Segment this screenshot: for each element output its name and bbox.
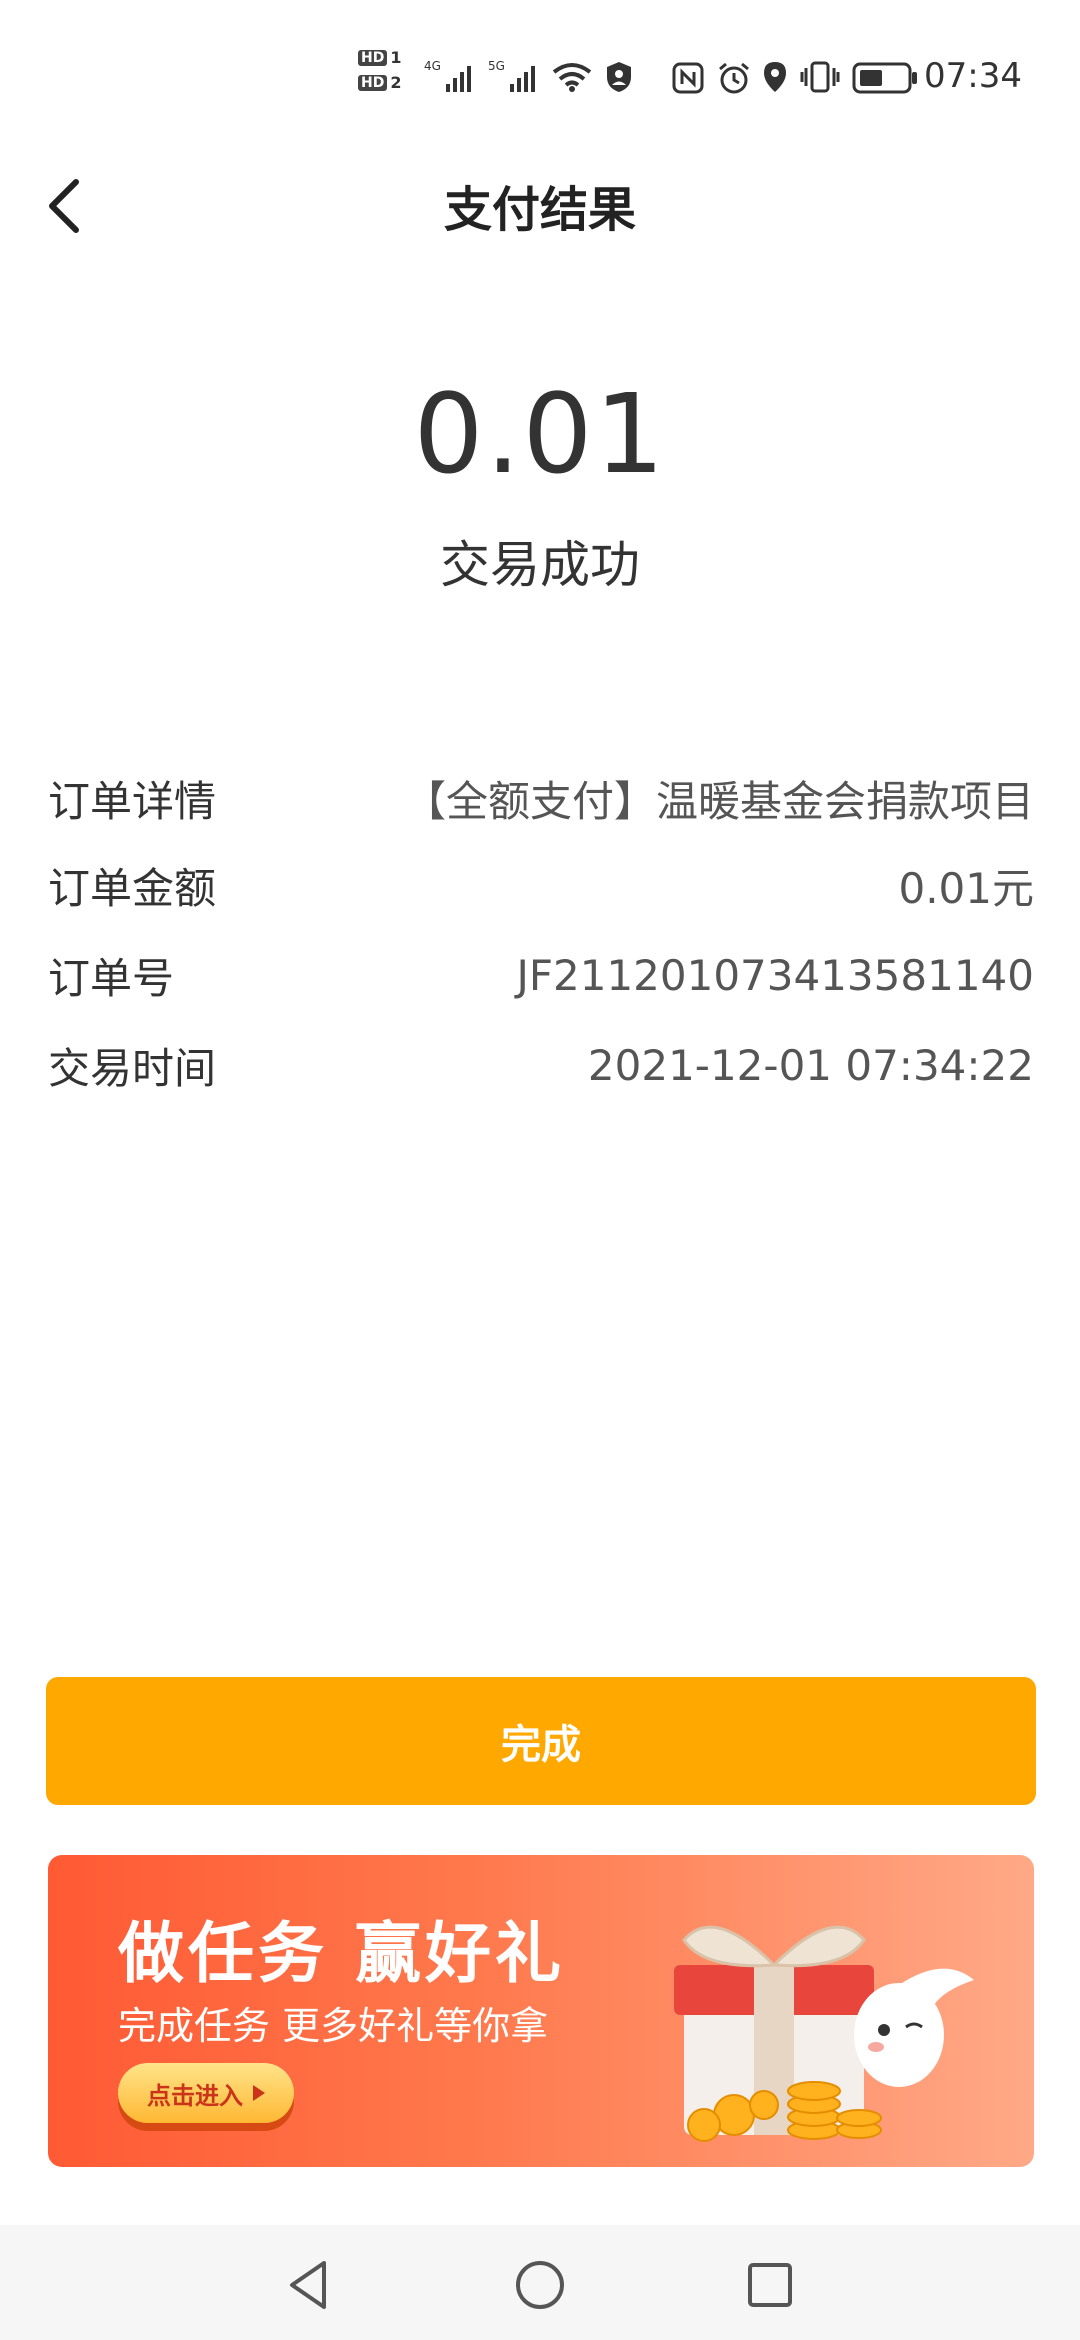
detail-row-transaction-time: 交易时间 2021-12-01 07:34:22: [48, 1025, 1034, 1105]
payment-amount: 0.01: [413, 370, 667, 498]
triangle-back-icon: [290, 2261, 326, 2309]
header: 支付结果: [0, 150, 1080, 270]
nfc-icon: [672, 62, 704, 94]
privacy-shield-icon: [604, 60, 634, 94]
sim2-badge: HD 2: [358, 73, 401, 92]
detail-label: 订单详情: [48, 776, 217, 826]
circle-home-icon: [516, 2261, 564, 2309]
detail-value: 0.01元: [898, 863, 1034, 913]
signal-5g-icon: 5G: [488, 58, 546, 94]
done-button[interactable]: 完成: [46, 1677, 1036, 1805]
detail-label: 交易时间: [48, 1043, 217, 1093]
promo-title: 做任务 赢好礼: [118, 1915, 565, 1992]
promo-banner[interactable]: 做任务 赢好礼 完成任务 更多好礼等你拿 点击进入: [48, 1855, 1034, 2167]
vibrate-icon: [800, 60, 840, 94]
gift-box-illustration: [674, 1925, 974, 2142]
nav-home-button[interactable]: [510, 2255, 570, 2315]
promo-cta-label: 点击进入: [147, 2081, 243, 2110]
nav-recent-button[interactable]: [740, 2255, 800, 2315]
status-time: 07:34: [924, 56, 1022, 96]
system-nav-bar: [0, 2225, 1080, 2340]
play-arrow-icon: [253, 2085, 265, 2101]
detail-label: 订单号: [48, 953, 175, 1003]
svg-text:5G: 5G: [488, 59, 505, 73]
nav-back-button[interactable]: [280, 2255, 340, 2315]
sim1-badge: HD 1: [358, 48, 401, 67]
alarm-icon: [716, 60, 752, 96]
transaction-status: 交易成功: [440, 536, 640, 594]
detail-row-order-details: 订单详情 【全额支付】温暖基金会捐款项目: [48, 758, 1034, 838]
page-title: 支付结果: [443, 182, 636, 238]
location-icon: [762, 60, 788, 94]
dual-sim-indicator: HD 1 HD 2: [358, 48, 401, 92]
wifi-icon: [552, 62, 592, 92]
signal-4g-icon: 4G: [424, 58, 482, 94]
detail-label: 订单金额: [48, 863, 217, 913]
detail-value: 【全额支付】温暖基金会捐款项目: [403, 776, 1034, 826]
battery-icon: [852, 62, 918, 94]
svg-text:4G: 4G: [424, 59, 441, 73]
detail-row-order-number: 订单号 JF211201073413581140: [48, 935, 1034, 1015]
detail-row-order-amount: 订单金额 0.01元: [48, 845, 1034, 925]
detail-value: JF211201073413581140: [516, 950, 1034, 1000]
status-bar: HD 1 HD 2 4G 5G 07:34: [0, 0, 1080, 150]
detail-value: 2021-12-01 07:34:22: [587, 1040, 1034, 1090]
promo-enter-button[interactable]: 点击进入: [118, 2063, 294, 2123]
promo-subtitle: 完成任务 更多好礼等你拿: [118, 2004, 549, 2048]
square-recent-icon: [748, 2263, 792, 2307]
